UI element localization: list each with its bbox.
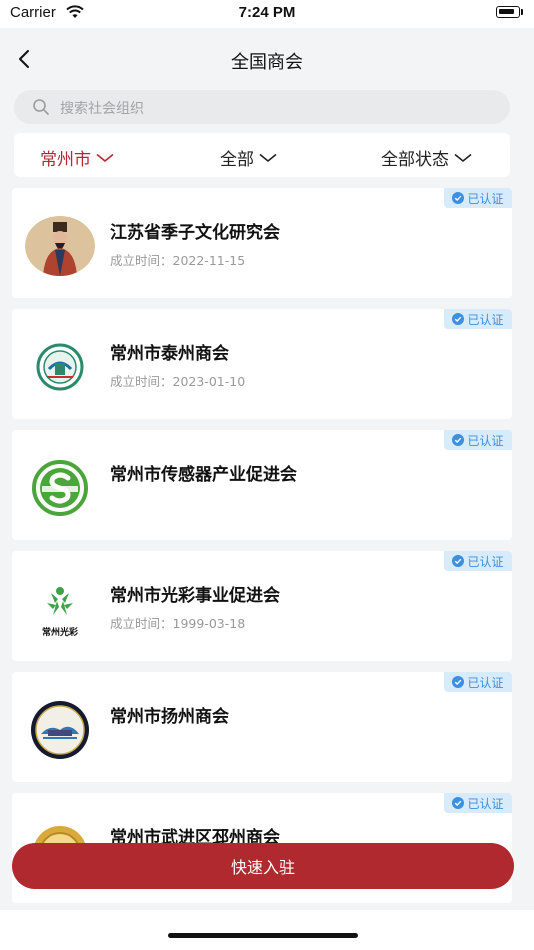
filter-category-label: 全部	[220, 150, 254, 170]
filter-category[interactable]: 全部	[220, 145, 277, 170]
bottom-bar	[0, 910, 534, 950]
verified-badge: 已认证	[444, 309, 512, 329]
organization-card[interactable]: 已认证 常州市传感器产业促进会	[12, 430, 512, 540]
status-bar: Carrier 7:24 PM	[0, 0, 534, 28]
verified-badge: 已认证	[444, 793, 512, 813]
filter-status[interactable]: 全部状态	[381, 145, 472, 170]
organization-name: 常州市扬州商会	[110, 707, 229, 727]
guangcai-logo: 常州光彩	[25, 579, 95, 639]
chevron-down-icon	[259, 153, 277, 162]
check-circle-icon	[452, 797, 465, 809]
filter-status-label: 全部状态	[381, 150, 449, 170]
organization-card[interactable]: 已认证 常州市泰州商会 成立时间：2023-01-10	[12, 309, 512, 419]
quick-join-button[interactable]: 快速入驻	[12, 843, 514, 889]
star-figure-icon	[47, 587, 73, 615]
organization-name: 常州市传感器产业促进会	[110, 465, 297, 485]
filter-bar: 常州市 全部 全部状态	[14, 133, 510, 177]
search-icon	[33, 99, 49, 115]
filter-city[interactable]: 常州市	[40, 145, 114, 170]
s-association-logo	[25, 458, 95, 518]
search-input[interactable]: 搜索社会组织	[60, 98, 144, 118]
verified-badge-label: 已认证	[467, 675, 504, 690]
verified-badge-label: 已认证	[467, 191, 504, 206]
check-circle-icon	[452, 192, 465, 204]
portrait-logo	[25, 216, 95, 276]
organization-name: 江苏省季子文化研究会	[110, 223, 280, 243]
check-circle-icon	[452, 555, 465, 567]
organization-date: 成立时间：2022-11-15	[110, 253, 246, 268]
organization-name: 常州市光彩事业促进会	[110, 586, 280, 606]
verified-badge: 已认证	[444, 672, 512, 692]
organization-date: 成立时间：2023-01-10	[110, 374, 246, 389]
nav-bar: 全国商会	[0, 28, 534, 86]
chevron-down-icon	[454, 153, 472, 162]
check-circle-icon	[452, 434, 465, 446]
search-bar[interactable]: 搜索社会组织	[14, 90, 510, 124]
verified-badge-label: 已认证	[467, 554, 504, 569]
guangcai-logo-text: 常州光彩	[41, 628, 78, 638]
verified-badge: 已认证	[444, 188, 512, 208]
page-title: 全国商会	[231, 52, 303, 73]
verified-badge-label: 已认证	[467, 312, 504, 327]
status-time: 7:24 PM	[238, 4, 296, 21]
circular-seal-logo	[25, 700, 95, 760]
verified-badge-label: 已认证	[467, 433, 504, 448]
check-circle-icon	[452, 313, 465, 325]
verified-badge: 已认证	[444, 430, 512, 450]
organization-date: 成立时间：1999-03-18	[110, 616, 246, 631]
organization-card[interactable]: 已认证 江苏省季子文化研究会 成立时间：2022-11-15	[12, 188, 512, 298]
verified-badge: 已认证	[444, 551, 512, 571]
verified-badge-label: 已认证	[467, 796, 504, 811]
battery-icon	[496, 6, 520, 18]
chevron-down-icon	[96, 153, 114, 162]
emblem-logo	[25, 337, 95, 397]
organization-name: 常州市泰州商会	[110, 344, 229, 364]
organization-card[interactable]: 已认证 常州市扬州商会	[12, 672, 512, 782]
check-circle-icon	[452, 676, 465, 688]
filter-city-label: 常州市	[40, 150, 91, 170]
home-indicator	[168, 933, 358, 938]
organization-card[interactable]: 已认证 常州光彩 常州市光彩事业促进会 成立时间：1999-03-18	[12, 551, 512, 661]
battery-cap	[521, 9, 523, 15]
